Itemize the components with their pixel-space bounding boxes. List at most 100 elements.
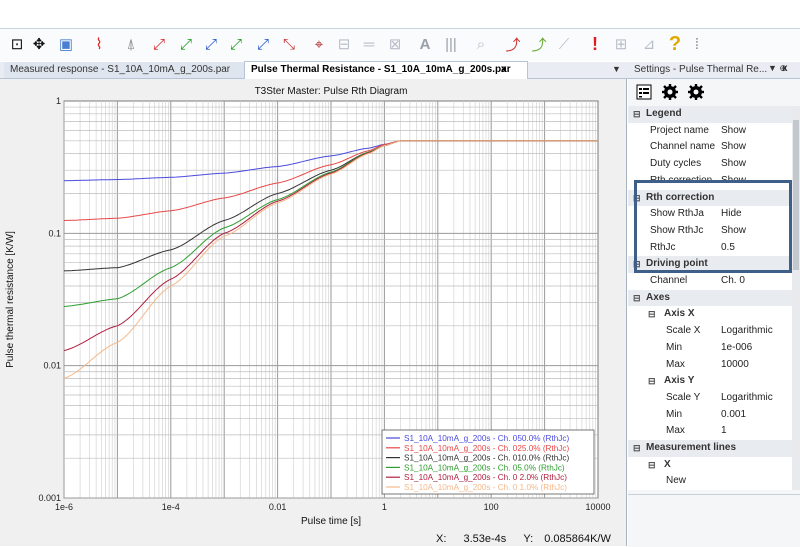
- property-row[interactable]: Min 0.001: [628, 407, 792, 424]
- property-value[interactable]: 1: [721, 423, 727, 440]
- blue-marker-icon[interactable]: ⤢: [200, 33, 222, 55]
- red-curve-icon[interactable]: ⤡: [278, 33, 300, 55]
- property-label: Axis X: [664, 308, 695, 320]
- curve-edit2-icon[interactable]: ⤴: [528, 33, 550, 55]
- property-value[interactable]: Logarithmic: [721, 323, 773, 340]
- settings-header: Settings - Pulse Thermal Re... ▼ ⊕ x: [628, 62, 800, 79]
- property-label: Project name: [650, 124, 709, 136]
- chart-area[interactable]: T3Ster Master: Pulse Rth Diagram 1e-6 1e-4…: [0, 79, 627, 546]
- property-row[interactable]: Scale X Logarithmic: [628, 323, 792, 340]
- expand-toggle-icon[interactable]: ⊟: [633, 106, 641, 123]
- expand-toggle-icon[interactable]: ⊟: [648, 306, 656, 323]
- scrollbar-thumb[interactable]: [793, 120, 799, 270]
- x-tick-label: 100: [484, 502, 499, 512]
- property-value[interactable]: 0.001: [721, 407, 746, 424]
- red-marker-icon[interactable]: ⤢: [148, 33, 170, 55]
- tab-pulse-thermal-resistance-label: Pulse Thermal Resistance - S1_10A_10mA_g…: [251, 64, 511, 75]
- property-label: Channel: [650, 275, 688, 286]
- flat-line-icon[interactable]: ⊟: [333, 33, 355, 55]
- axes-icon[interactable]: ⊿: [638, 33, 660, 55]
- expand-toggle-icon[interactable]: ⊟: [648, 457, 656, 474]
- property-row[interactable]: Scale Y Logarithmic: [628, 390, 792, 407]
- property-value[interactable]: Logarithmic: [721, 390, 773, 407]
- expand-toggle-icon[interactable]: ⊟: [633, 440, 641, 457]
- x-axis-label: Pulse time [s]: [301, 516, 361, 527]
- gear-alt-icon[interactable]: [686, 82, 706, 102]
- property-row[interactable]: Min 1e-006: [628, 340, 792, 357]
- rth-icon[interactable]: ⍋: [120, 33, 142, 55]
- horizontal-line-icon[interactable]: ═: [358, 33, 380, 55]
- multi-curve-icon[interactable]: ⊞: [610, 33, 632, 55]
- property-value[interactable]: Show: [721, 156, 746, 173]
- pin-icon[interactable]: ⁞: [686, 33, 708, 55]
- expand-toggle-icon[interactable]: ⊟: [633, 290, 641, 307]
- line-icon[interactable]: ⟋: [553, 33, 575, 55]
- property-label: Measurement lines: [646, 442, 737, 453]
- property-label: Channel name: [650, 141, 716, 153]
- green-marker-icon[interactable]: ⤢: [175, 33, 197, 55]
- settings-panel: Settings - Pulse Thermal Re... ▼ ⊕ x ⊟ Le…: [628, 62, 800, 547]
- property-category[interactable]: ⊟ Axes: [628, 289, 792, 307]
- curve-edit-icon[interactable]: ⤴: [502, 33, 524, 55]
- tab-close-button[interactable]: x: [501, 62, 507, 78]
- legend-entry: S1_10A_10mA_g_200s - Ch. 0 2.0% (RthJc): [404, 473, 567, 482]
- property-value[interactable]: 10000: [721, 357, 749, 374]
- zoom-window-icon[interactable]: ▣: [55, 33, 77, 55]
- property-value[interactable]: Show: [721, 139, 746, 156]
- property-row[interactable]: New: [628, 473, 792, 490]
- crossed-icon[interactable]: ⊠: [384, 33, 406, 55]
- property-grid: ⊟ Legend Project name Show Channel name Show D…: [628, 106, 792, 490]
- pulse-rth-chart[interactable]: T3Ster Master: Pulse Rth Diagram 1e-6 1e-4…: [0, 79, 626, 546]
- window-top-strip: [0, 0, 800, 29]
- legend-entry: S1_10A_10mA_g_200s - Ch. 05.0% (RthJc): [404, 463, 565, 472]
- property-description-area: [628, 494, 800, 547]
- cursor-curve-icon[interactable]: ⌖: [308, 33, 330, 55]
- tab-measured-response[interactable]: Measured response - S1_10A_10mA_g_200s.p…: [4, 62, 255, 78]
- green-blue-marker-icon[interactable]: ⤢: [225, 33, 247, 55]
- property-row[interactable]: Duty cycles Show: [628, 156, 792, 173]
- exclamation-icon[interactable]: !: [584, 33, 606, 55]
- x-tick-label: 1: [382, 502, 387, 512]
- x-tick-label: 0.01: [269, 502, 287, 512]
- property-label: Axes: [646, 291, 670, 303]
- legend-entry: S1_10A_10mA_g_200s - Ch. 025.0% (RthJc): [404, 444, 569, 453]
- move-icon[interactable]: ✥: [28, 33, 50, 55]
- y-axis-label: Pulse thermal resistance [K/W]: [5, 231, 16, 368]
- x-tick-label: 10000: [585, 502, 610, 512]
- text-icon[interactable]: A: [414, 33, 436, 55]
- readout-y-label: Y:: [523, 533, 534, 545]
- bars-icon[interactable]: |||: [440, 33, 462, 55]
- property-value[interactable]: 1e-006: [721, 340, 752, 357]
- property-category[interactable]: ⊟ Legend: [628, 106, 792, 123]
- zoom-icon[interactable]: ⌕: [470, 33, 492, 55]
- properties-icon[interactable]: [634, 82, 654, 102]
- property-label: Max: [666, 425, 685, 437]
- curve-red-icon[interactable]: ⌇: [88, 33, 110, 55]
- property-row[interactable]: Max 10000: [628, 357, 792, 374]
- property-value[interactable]: Ch. 0: [721, 273, 745, 290]
- property-label: Min: [666, 341, 683, 353]
- toolbar: ⊡ ✥ ▣ ⌇ ⍋ ⤢ ⤢ ⤢ ⤢ ⤢ ⤡ ⌖ ⊟ ═ ⊠ A ||| ⌕ ⤴ ⤴ ⟋! ⊞ ⊿? ⁞: [0, 29, 800, 61]
- document-tabs: Measured response - S1_10A_10mA_g_200s.p…: [0, 61, 628, 79]
- help-icon[interactable]: ?: [664, 33, 686, 55]
- tab-list-dropdown[interactable]: ▼: [612, 64, 621, 74]
- property-row[interactable]: Max 1: [628, 423, 792, 440]
- property-subcategory[interactable]: ⊟ X: [628, 457, 792, 474]
- property-subcategory[interactable]: ⊟ Axis X: [628, 306, 792, 323]
- tab-measured-response-label: Measured response - S1_10A_10mA_g_200s.p…: [10, 64, 231, 75]
- property-row[interactable]: Channel Ch. 0: [628, 273, 792, 290]
- property-value[interactable]: Show: [721, 123, 746, 140]
- cursor-readout: X: 3.53e-4s Y: 0.085864K/W: [436, 533, 611, 545]
- property-category[interactable]: ⊟ Measurement lines: [628, 440, 792, 457]
- property-label: Scale Y: [666, 391, 701, 403]
- property-row[interactable]: Channel name Show: [628, 139, 792, 156]
- property-subcategory[interactable]: ⊟ Axis Y: [628, 373, 792, 390]
- expand-toggle-icon[interactable]: ⊟: [648, 373, 656, 390]
- gear-icon[interactable]: [660, 82, 680, 102]
- blue-green-marker-icon[interactable]: ⤢: [252, 33, 274, 55]
- tab-pulse-thermal-resistance[interactable]: Pulse Thermal Resistance - S1_10A_10mA_g…: [244, 61, 528, 79]
- x-tick-label: 1e-4: [162, 502, 180, 512]
- camera-icon[interactable]: ⊡: [6, 33, 28, 55]
- property-row[interactable]: Project name Show: [628, 123, 792, 140]
- settings-close-button[interactable]: x: [782, 63, 788, 74]
